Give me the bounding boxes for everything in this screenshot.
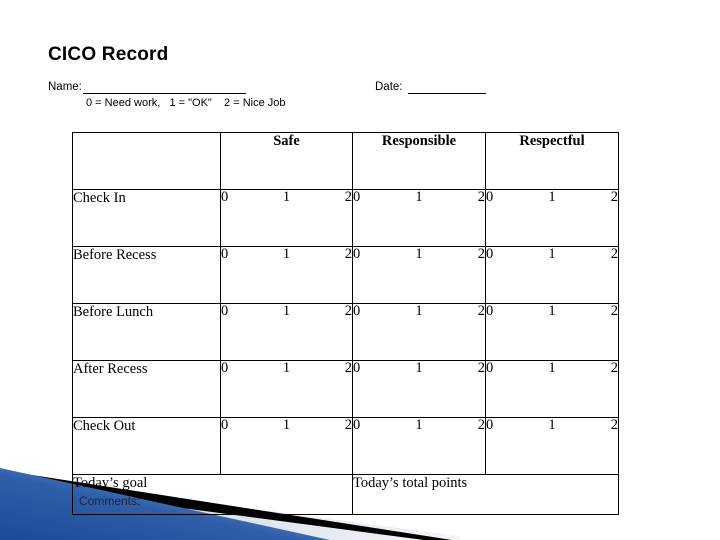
score-option-0[interactable]: 0 (221, 418, 228, 433)
score-cell-responsible[interactable]: 0 1 2 (352, 303, 486, 361)
score-option-2[interactable]: 2 (345, 247, 352, 262)
header-cell-respectful: Respectful (485, 132, 619, 190)
table-row: Check Out 0 1 2 0 1 2 0 1 2 (72, 417, 619, 475)
score-option-2[interactable]: 2 (345, 418, 352, 433)
row-label-check-in: Check In (72, 189, 221, 247)
score-option-2[interactable]: 2 (611, 190, 618, 205)
score-option-0[interactable]: 0 (353, 190, 360, 205)
score-option-0[interactable]: 0 (353, 361, 360, 376)
score-cell-safe[interactable]: 0 1 2 (220, 417, 353, 475)
table-row: Check In 0 1 2 0 1 2 0 1 2 (72, 189, 619, 247)
score-option-2[interactable]: 2 (478, 361, 485, 376)
score-option-1[interactable]: 1 (415, 304, 422, 319)
score-option-1[interactable]: 1 (283, 304, 290, 319)
score-option-1[interactable]: 1 (283, 247, 290, 262)
score-option-2[interactable]: 2 (478, 304, 485, 319)
score-option-1[interactable]: 1 (548, 304, 555, 319)
table-row: Before Recess 0 1 2 0 1 2 0 1 2 (72, 246, 619, 304)
score-option-1[interactable]: 1 (548, 418, 555, 433)
score-cell-respectful[interactable]: 0 1 2 (485, 360, 619, 418)
score-option-1[interactable]: 1 (415, 361, 422, 376)
score-option-1[interactable]: 1 (415, 247, 422, 262)
score-cell-safe[interactable]: 0 1 2 (220, 189, 353, 247)
score-option-2[interactable]: 2 (478, 190, 485, 205)
score-option-0[interactable]: 0 (221, 361, 228, 376)
form-header-row: Name: Date: (48, 81, 668, 97)
todays-total-points-cell[interactable]: Today’s total points (352, 474, 619, 515)
score-option-2[interactable]: 2 (345, 304, 352, 319)
score-option-1[interactable]: 1 (548, 361, 555, 376)
score-cell-safe[interactable]: 0 1 2 (220, 246, 353, 304)
score-option-0[interactable]: 0 (353, 418, 360, 433)
score-option-1[interactable]: 1 (415, 418, 422, 433)
scale-legend: 0 = Need work, 1 = "OK" 2 = Nice Job (86, 97, 286, 109)
page-title: CICO Record (48, 44, 169, 65)
table-row: After Recess 0 1 2 0 1 2 0 1 2 (72, 360, 619, 418)
score-option-1[interactable]: 1 (415, 190, 422, 205)
score-cell-safe[interactable]: 0 1 2 (220, 303, 353, 361)
score-cell-respectful[interactable]: 0 1 2 (485, 417, 619, 475)
score-option-2[interactable]: 2 (345, 190, 352, 205)
score-option-2[interactable]: 2 (611, 304, 618, 319)
cico-record-table: Safe Responsible Respectful Check In 0 1… (72, 132, 619, 515)
table-summary-row: Today’s goal Today’s total points (72, 474, 619, 515)
header-cell-responsible: Responsible (352, 132, 486, 190)
table-body: Check In 0 1 2 0 1 2 0 1 2 Before Recess… (72, 189, 619, 515)
score-option-1[interactable]: 1 (548, 190, 555, 205)
table-header: Safe Responsible Respectful (72, 132, 619, 190)
row-label-before-recess: Before Recess (72, 246, 221, 304)
header-cell-safe: Safe (220, 132, 353, 190)
score-option-0[interactable]: 0 (486, 361, 493, 376)
score-cell-respectful[interactable]: 0 1 2 (485, 246, 619, 304)
row-label-before-lunch: Before Lunch (72, 303, 221, 361)
slide-canvas: CICO Record Name: Date: 0 = Need work, 1… (0, 0, 720, 540)
score-option-0[interactable]: 0 (486, 418, 493, 433)
score-option-0[interactable]: 0 (221, 247, 228, 262)
name-label: Name: (48, 81, 82, 93)
score-option-2[interactable]: 2 (478, 418, 485, 433)
score-cell-safe[interactable]: 0 1 2 (220, 360, 353, 418)
score-option-0[interactable]: 0 (221, 190, 228, 205)
score-option-2[interactable]: 2 (478, 247, 485, 262)
score-cell-respectful[interactable]: 0 1 2 (485, 303, 619, 361)
row-label-after-recess: After Recess (72, 360, 221, 418)
score-cell-responsible[interactable]: 0 1 2 (352, 246, 486, 304)
score-option-0[interactable]: 0 (353, 304, 360, 319)
score-cell-responsible[interactable]: 0 1 2 (352, 189, 486, 247)
row-label-check-out: Check Out (72, 417, 221, 475)
score-option-1[interactable]: 1 (283, 361, 290, 376)
table-row: Before Lunch 0 1 2 0 1 2 0 1 2 (72, 303, 619, 361)
score-option-2[interactable]: 2 (611, 247, 618, 262)
score-cell-respectful[interactable]: 0 1 2 (485, 189, 619, 247)
score-option-0[interactable]: 0 (486, 190, 493, 205)
header-cell-blank (72, 132, 221, 190)
score-option-2[interactable]: 2 (611, 361, 618, 376)
score-option-2[interactable]: 2 (611, 418, 618, 433)
score-option-0[interactable]: 0 (221, 304, 228, 319)
score-option-2[interactable]: 2 (345, 361, 352, 376)
score-option-0[interactable]: 0 (486, 247, 493, 262)
score-option-0[interactable]: 0 (486, 304, 493, 319)
score-option-1[interactable]: 1 (548, 247, 555, 262)
score-option-0[interactable]: 0 (353, 247, 360, 262)
score-cell-responsible[interactable]: 0 1 2 (352, 417, 486, 475)
date-label: Date: (375, 81, 403, 93)
table-header-row: Safe Responsible Respectful (72, 132, 619, 190)
score-cell-responsible[interactable]: 0 1 2 (352, 360, 486, 418)
score-option-1[interactable]: 1 (283, 418, 290, 433)
date-input-blank[interactable] (408, 93, 486, 94)
name-input-blank[interactable] (83, 93, 246, 94)
comments-label: Comments: (79, 494, 141, 508)
score-option-1[interactable]: 1 (283, 190, 290, 205)
